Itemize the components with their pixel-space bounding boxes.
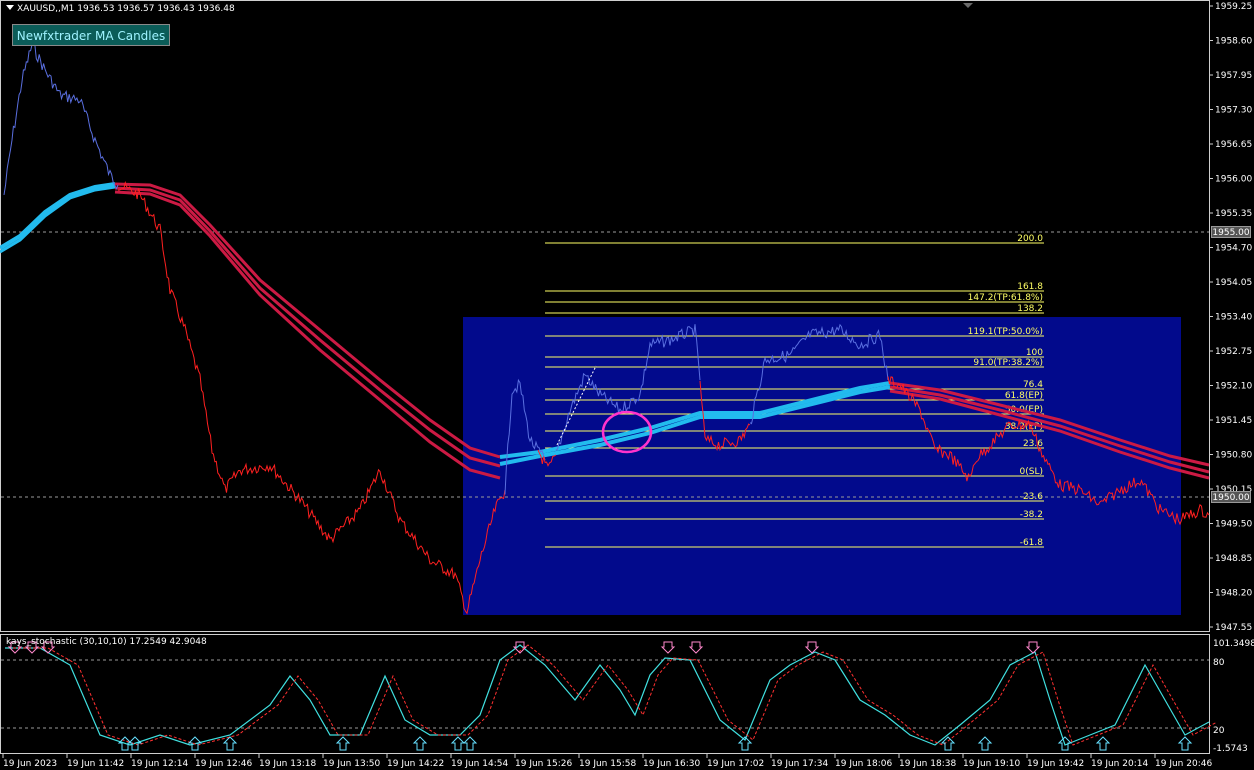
indicator-scale: 101.3498 80 20 -1.5743 [1213, 639, 1254, 754]
time-label: 19 Jun 11:42 [67, 759, 124, 769]
price-label: 1954.05 [1215, 278, 1252, 288]
time-label: 19 Jun 18:06 [835, 759, 892, 769]
price-label: 1959.25 [1215, 2, 1252, 12]
price-label: 1952.10 [1215, 382, 1252, 392]
time-label: 19 Jun 2023 [3, 759, 57, 769]
price-box-1955: 1955.00 [1211, 226, 1251, 238]
time-label: 19 Jun 18:38 [899, 759, 956, 769]
buy-arrow-icon[interactable] [462, 736, 478, 751]
price-label: 1947.55 [1215, 623, 1252, 633]
price-label: 1949.50 [1215, 520, 1252, 530]
buy-arrow-icon[interactable] [412, 736, 428, 751]
indicator-frame [0, 634, 1210, 754]
ma-line-down [114, 186, 501, 468]
fibonacci-zone[interactable] [463, 317, 1181, 615]
ma-line-down [114, 190, 501, 480]
time-label: 19 Jun 13:18 [259, 759, 316, 769]
fib-label: 138.2 [1017, 304, 1043, 314]
sell-arrow-icon[interactable] [688, 641, 704, 654]
time-label: 19 Jun 20:46 [1155, 759, 1212, 769]
stochastic-arrows[interactable] [7, 641, 1193, 751]
price-label: 1952.75 [1215, 347, 1252, 357]
buy-arrow-icon[interactable] [977, 736, 993, 751]
buy-arrow-icon[interactable] [222, 736, 238, 751]
price-axis: 1959.25 1958.60 1957.95 1957.30 1956.65 1956.… [1209, 2, 1252, 633]
price-line-up [3, 43, 119, 195]
buy-arrow-icon[interactable] [1177, 736, 1193, 751]
fib-label: 0(SL) [1020, 467, 1043, 477]
sell-arrow-icon[interactable] [660, 641, 676, 654]
fib-label: 61.8(EP) [1005, 391, 1043, 401]
indicator-scale-label: 101.3498 [1213, 639, 1254, 649]
price-label: 1954.70 [1215, 244, 1252, 254]
ma-line-up [0, 182, 116, 250]
fib-label: -61.8 [1020, 538, 1044, 548]
buy-arrow-icon[interactable] [450, 736, 466, 751]
price-label: 1956.00 [1215, 175, 1252, 185]
fib-label: 119.1(TP:50.0%) [968, 327, 1043, 337]
buy-arrow-icon[interactable] [335, 736, 351, 751]
price-line-down [117, 180, 506, 615]
time-label: 19 Jun 13:50 [323, 759, 380, 769]
time-axis: 19 Jun 2023 19 Jun 11:42 19 Jun 12:14 19 Ju… [2, 754, 1212, 769]
fib-label: 161.8 [1017, 282, 1043, 292]
indicator-scale-label: 20 [1213, 726, 1225, 736]
buy-arrow-icon[interactable] [1095, 736, 1111, 751]
sell-arrow-icon[interactable] [804, 641, 820, 654]
price-label: 1958.60 [1215, 37, 1252, 47]
dropdown-triangle-icon[interactable] [6, 5, 14, 10]
time-label: 19 Jun 17:34 [771, 759, 828, 769]
price-box-1950: 1950.00 [1211, 491, 1251, 503]
price-label: 1951.45 [1215, 416, 1252, 426]
time-label: 19 Jun 19:42 [1027, 759, 1084, 769]
time-label: 19 Jun 15:26 [515, 759, 572, 769]
indicator-scale-label: -1.5743 [1213, 744, 1248, 754]
fib-label: -38.2 [1020, 510, 1043, 520]
fib-label: 76.4 [1023, 380, 1043, 390]
price-label: 1950.80 [1215, 451, 1252, 461]
fib-label: 100 [1026, 348, 1043, 358]
chart-title-text: XAUUSD,,M1 1936.53 1936.57 1936.43 1936.… [17, 4, 235, 14]
price-label: 1956.65 [1215, 140, 1252, 150]
chart-canvas[interactable]: 200.0 161.8147.2(TP:61.8%)138.2 119.1(TP:5… [0, 0, 1254, 770]
time-label: 19 Jun 20:14 [1091, 759, 1148, 769]
fib-label: 200.0 [1017, 234, 1043, 244]
ma-line-down [114, 182, 501, 459]
time-label: 19 Jun 12:14 [131, 759, 188, 769]
time-label: 19 Jun 15:58 [579, 759, 636, 769]
shift-marker-icon[interactable] [963, 3, 973, 8]
fib-label: 91.0(TP:38.2%) [973, 358, 1043, 368]
price-label: 1957.95 [1215, 71, 1252, 81]
price-label: 1953.40 [1215, 313, 1252, 323]
fib-label: 23.6 [1023, 439, 1043, 449]
ma-candles-button[interactable]: Newfxtrader MA Candles [12, 24, 170, 46]
sell-arrow-icon[interactable] [1025, 641, 1041, 654]
ma-line-up [0, 185, 116, 254]
buy-arrow-icon[interactable] [940, 736, 956, 751]
price-label: 1948.20 [1215, 589, 1252, 599]
time-label: 19 Jun 14:54 [451, 759, 508, 769]
time-label: 19 Jun 14:22 [387, 759, 444, 769]
chart-title: XAUUSD,,M1 1936.53 1936.57 1936.43 1936.… [6, 4, 235, 14]
price-label: 1948.85 [1215, 554, 1252, 564]
time-label: 19 Jun 12:46 [195, 759, 252, 769]
time-label: 19 Jun 19:10 [963, 759, 1020, 769]
price-label: 1957.30 [1215, 106, 1252, 116]
time-label: 19 Jun 16:30 [643, 759, 700, 769]
indicator-label: kays_stochastic (30,10,10) 17.2549 42.90… [6, 637, 207, 647]
time-label: 19 Jun 17:02 [707, 759, 764, 769]
indicator-scale-label: 80 [1213, 658, 1225, 668]
fib-label: 147.2(TP:61.8%) [968, 293, 1043, 303]
price-label: 1955.35 [1215, 209, 1252, 219]
